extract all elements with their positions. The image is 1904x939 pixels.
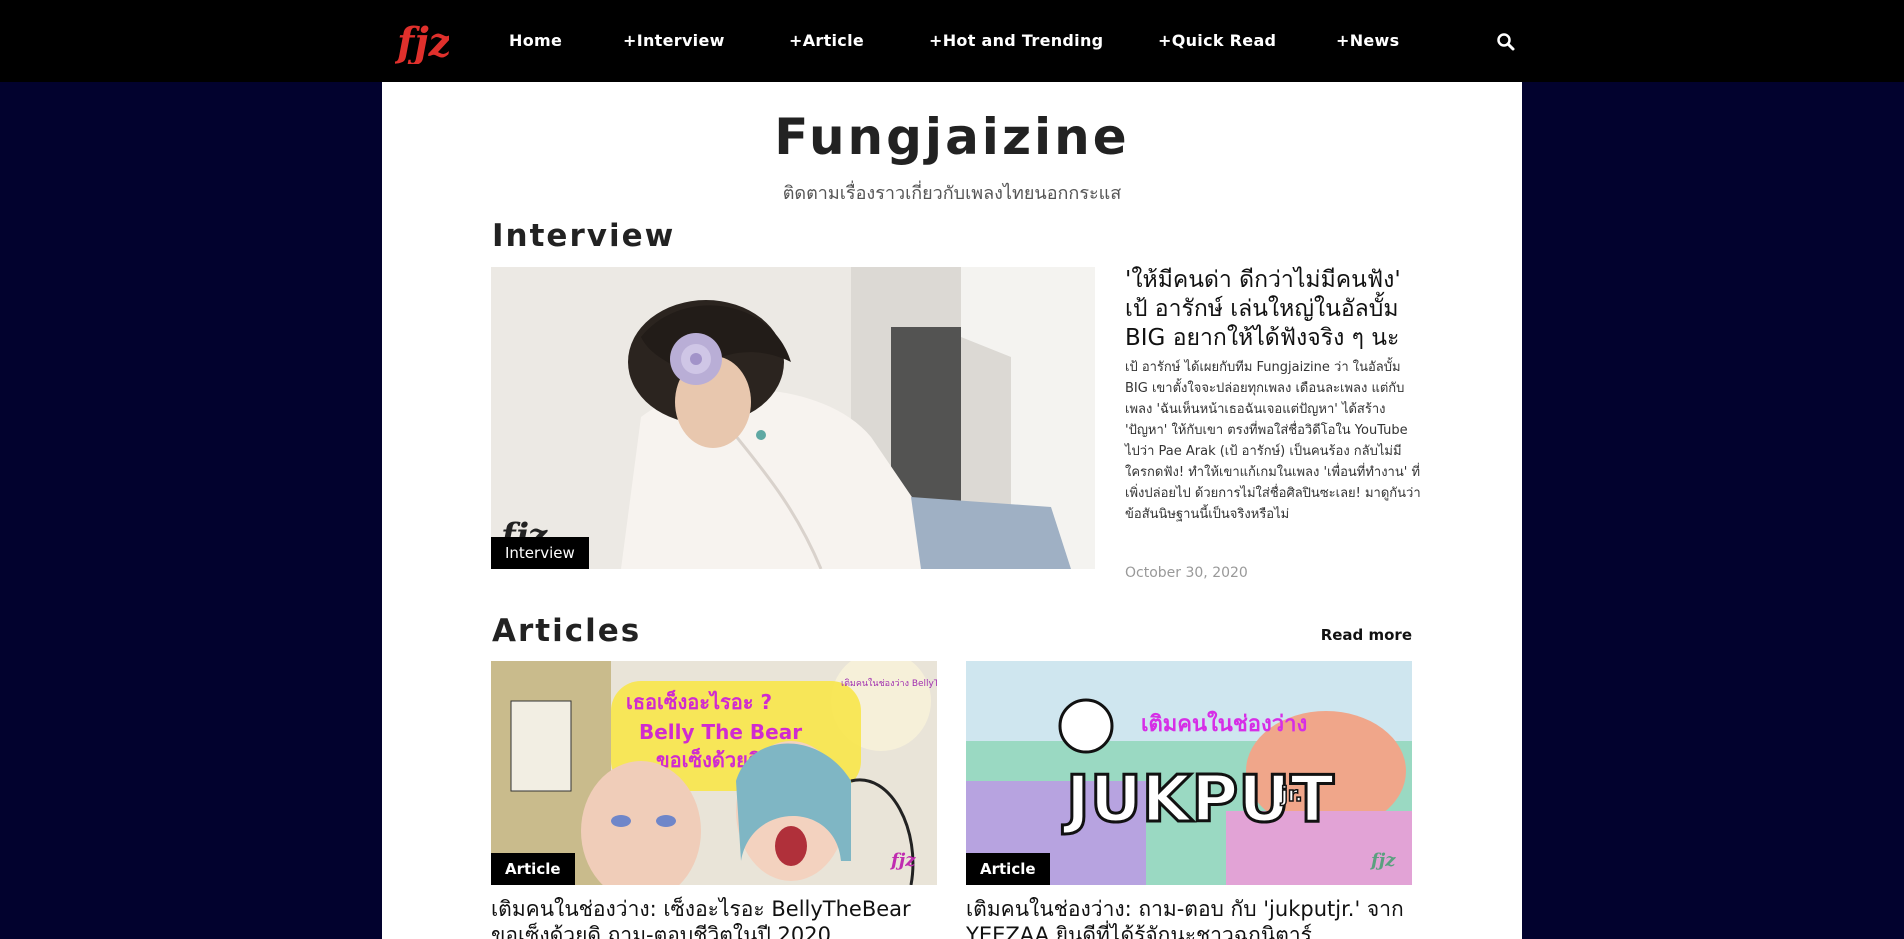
main-content: Fungjaizine ติดตามเรื่องราวเกี่ยวกับเพลง…: [382, 82, 1522, 939]
site-title: Fungjaizine: [774, 108, 1130, 166]
svg-text:เติมคนในช่องว่าง BellyTheBear: เติมคนในช่องว่าง BellyTheBear: [841, 678, 937, 689]
article-tag[interactable]: Article: [966, 853, 1050, 885]
article-tag[interactable]: Article: [491, 853, 575, 885]
article-card-image[interactable]: เติมคนในช่องว่าง JUKPUT jr. fjz Article: [966, 661, 1412, 885]
interview-excerpt: เป้ อารักษ์ ได้เผยกับทีม Fungjaizine ว่า…: [1125, 360, 1421, 522]
svg-text:เติมคนในช่องว่าง: เติมคนในช่องว่าง: [1141, 710, 1307, 737]
nav-hot-and-trending[interactable]: +Hot and Trending: [929, 31, 1103, 50]
interview-date: October 30, 2020: [1125, 565, 1248, 581]
svg-text:fjz: fjz: [1369, 850, 1396, 871]
svg-text:เธอเซ็งอะไรอะ ?: เธอเซ็งอะไรอะ ?: [626, 689, 772, 714]
svg-text:fjz: fjz: [889, 850, 916, 871]
nav-article[interactable]: +Article: [789, 31, 864, 50]
interview-headline[interactable]: 'ให้มีคนด่า ดีกว่าไม่มีคนฟัง' เป้ อารักษ…: [1125, 266, 1425, 353]
svg-text:jr.: jr.: [1280, 782, 1302, 806]
interview-tag[interactable]: Interview: [491, 537, 589, 569]
articles-section-heading: Articles: [492, 613, 642, 649]
article-card-image[interactable]: เธอเซ็งอะไรอะ ? Belly The Bear ขอเซ็งด้ว…: [491, 661, 937, 885]
search-icon[interactable]: [1496, 32, 1516, 52]
interview-feature-image[interactable]: fjz Interview: [491, 267, 1095, 569]
read-more-link[interactable]: Read more: [1321, 626, 1412, 644]
fungjaizine-logo[interactable]: fjz: [394, 16, 453, 66]
top-navigation-bar: fjz Home +Interview +Article +Hot and Tr…: [0, 0, 1904, 82]
nav-interview[interactable]: +Interview: [623, 31, 725, 50]
nav-quick-read[interactable]: +Quick Read: [1158, 31, 1276, 50]
nav-home[interactable]: Home: [509, 31, 562, 50]
article-card-title[interactable]: เติมคนในช่องว่าง: เซ็งอะไรอะ BellyTheBea…: [491, 896, 937, 939]
svg-text:Belly The Bear: Belly The Bear: [639, 720, 802, 744]
interview-section-heading: Interview: [492, 218, 676, 254]
article-card-title[interactable]: เติมคนในช่องว่าง: ถาม-ตอบ กับ 'jukputjr.…: [966, 896, 1412, 939]
nav-news[interactable]: +News: [1336, 31, 1399, 50]
site-tagline: ติดตามเรื่องราวเกี่ยวกับเพลงไทยนอกกระแส: [782, 183, 1122, 204]
svg-text:fjz: fjz: [395, 19, 449, 64]
